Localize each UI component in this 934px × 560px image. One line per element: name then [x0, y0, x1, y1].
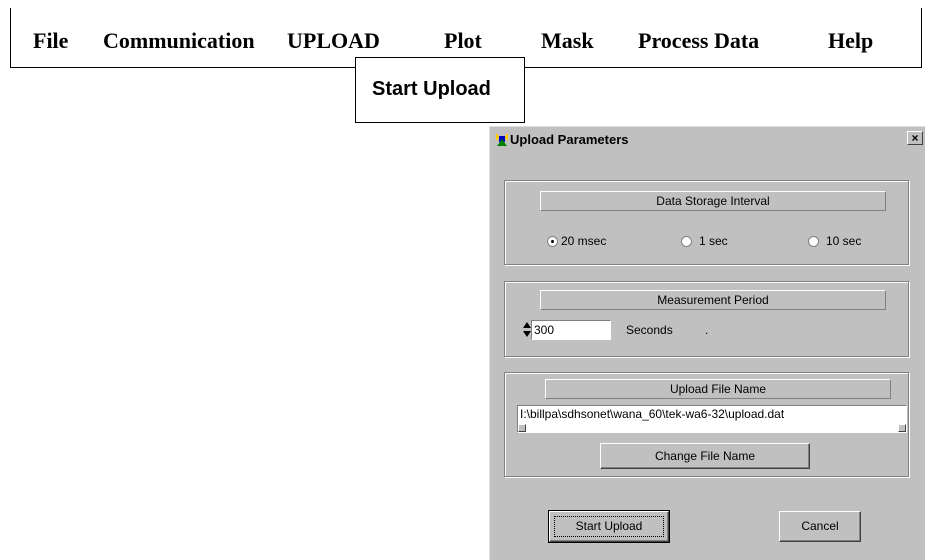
- period-spinner[interactable]: [523, 320, 531, 340]
- radio-20-msec-label: 20 msec: [561, 234, 607, 248]
- upload-dropdown: Start Upload: [355, 57, 525, 123]
- period-unit: Seconds: [626, 323, 673, 337]
- radio-20-msec[interactable]: 20 msec: [547, 234, 606, 248]
- menu-upload[interactable]: UPLOAD: [287, 28, 380, 54]
- radio-unchecked-icon: [681, 235, 692, 247]
- menu-communication[interactable]: Communication: [103, 28, 255, 54]
- scroll-left-thumb[interactable]: [518, 424, 526, 432]
- menu-process-data[interactable]: Process Data: [638, 28, 759, 54]
- menu-mask[interactable]: Mask: [541, 28, 594, 54]
- period-trailing: .: [705, 323, 709, 337]
- dialog-titlebar[interactable]: Upload Parameters ×: [492, 129, 923, 149]
- dialog-title: Upload Parameters: [510, 132, 629, 147]
- radio-10-sec[interactable]: 10 sec: [808, 234, 861, 248]
- upload-parameters-dialog: Upload Parameters × Data Storage Interva…: [489, 126, 925, 560]
- spin-down-icon[interactable]: [523, 331, 531, 337]
- app-icon: [496, 133, 508, 146]
- change-file-name-button[interactable]: Change File Name: [600, 443, 810, 469]
- radio-1-sec-label: 1 sec: [699, 234, 728, 248]
- upload-file-group: Upload File Name I:\billpa\sdhsonet\wana…: [504, 372, 909, 477]
- measurement-period-header: Measurement Period: [540, 290, 886, 310]
- close-button[interactable]: ×: [907, 131, 923, 145]
- menu-plot[interactable]: Plot: [444, 28, 482, 54]
- storage-interval-header: Data Storage Interval: [540, 191, 886, 211]
- close-icon: ×: [911, 131, 919, 145]
- menu-start-upload[interactable]: Start Upload: [372, 78, 491, 101]
- period-input[interactable]: 300: [531, 320, 611, 340]
- focus-rect: [554, 516, 664, 537]
- menu-file[interactable]: File: [33, 28, 68, 54]
- file-path-text: I:\billpa\sdhsonet\wana_60\tek-wa6-32\up…: [520, 407, 785, 421]
- spin-up-icon[interactable]: [523, 322, 531, 328]
- scroll-right-thumb[interactable]: [898, 424, 906, 432]
- radio-checked-icon: [547, 235, 558, 247]
- measurement-period-group: Measurement Period 300 Seconds .: [504, 281, 909, 357]
- file-path-field[interactable]: I:\billpa\sdhsonet\wana_60\tek-wa6-32\up…: [517, 405, 907, 433]
- radio-1-sec[interactable]: 1 sec: [681, 234, 728, 248]
- start-upload-button[interactable]: Start Upload: [548, 510, 670, 543]
- upload-file-header: Upload File Name: [545, 379, 891, 399]
- cancel-button[interactable]: Cancel: [779, 511, 861, 542]
- storage-interval-group: Data Storage Interval 20 msec 1 sec 10 s…: [504, 180, 909, 265]
- radio-10-sec-label: 10 sec: [826, 234, 862, 248]
- menu-help[interactable]: Help: [828, 28, 873, 54]
- radio-unchecked-icon: [808, 235, 819, 247]
